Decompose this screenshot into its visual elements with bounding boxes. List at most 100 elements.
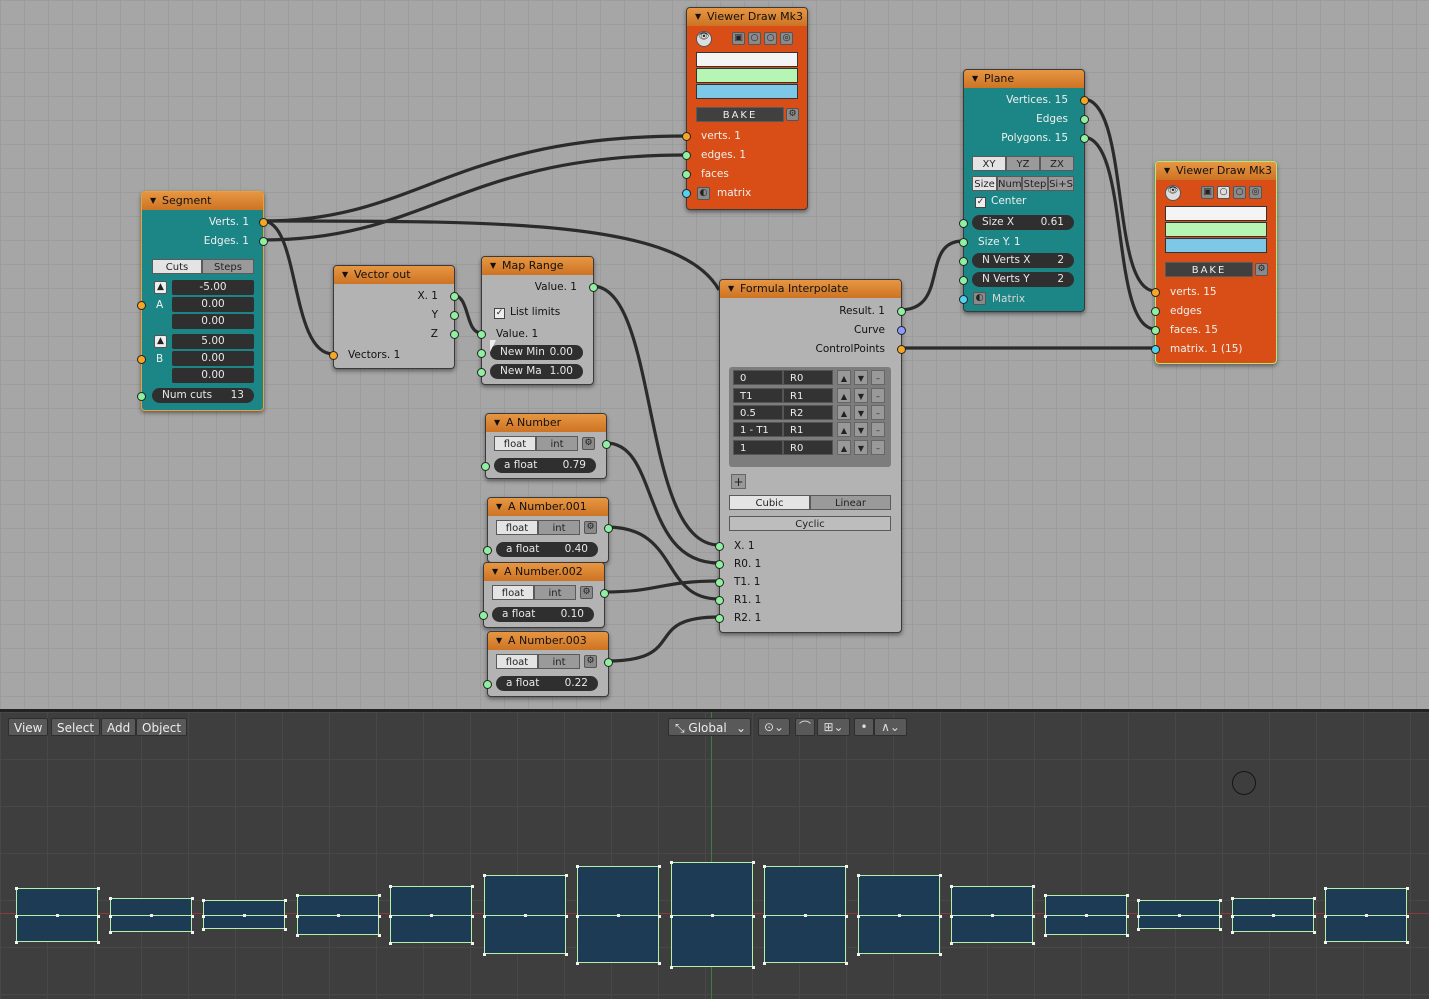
cuts-mode-button[interactable]: Cuts xyxy=(152,259,202,274)
face-color-bar[interactable] xyxy=(1165,238,1267,253)
mesh-vertex[interactable] xyxy=(1044,915,1047,918)
center-checkbox[interactable]: ✓ xyxy=(975,197,986,208)
list-limits-checkbox[interactable]: ✓ xyxy=(494,308,505,319)
eye-icon[interactable]: 👁 xyxy=(696,31,712,47)
mesh-vertex[interactable] xyxy=(1032,885,1035,888)
mesh-vertex[interactable] xyxy=(15,915,18,918)
mesh-vertex[interactable] xyxy=(1406,887,1409,890)
face-color-bar[interactable] xyxy=(696,84,798,99)
input-socket[interactable] xyxy=(479,611,488,620)
pivot-point-icon[interactable]: ⊙⌄ xyxy=(758,718,790,736)
move-down-icon[interactable]: ▼ xyxy=(854,440,868,455)
collapse-icon[interactable]: ▼ xyxy=(496,498,502,516)
mesh-vertex[interactable] xyxy=(1044,894,1047,897)
mesh-vertex[interactable] xyxy=(1032,914,1035,918)
mesh-vertex[interactable] xyxy=(1231,915,1234,918)
mesh-vertex[interactable] xyxy=(296,915,299,918)
output-result-socket[interactable] xyxy=(897,307,906,316)
mesh-vertex[interactable] xyxy=(576,962,579,965)
new-max-socket[interactable] xyxy=(477,368,486,377)
mesh-vertex[interactable] xyxy=(15,941,18,944)
mesh-face[interactable] xyxy=(1137,899,1222,931)
mode-size-button[interactable]: Size xyxy=(972,176,997,191)
b-x-field[interactable]: 5.00 xyxy=(172,334,254,349)
segment-node[interactable]: ▼ Segment Verts. 1 Edges. 1 Cuts Steps A … xyxy=(137,191,268,411)
mesh-vertex[interactable] xyxy=(752,966,755,969)
output-socket[interactable] xyxy=(604,658,613,667)
mesh-vertex[interactable] xyxy=(284,914,287,918)
mesh-vertex[interactable] xyxy=(378,915,381,918)
mode-step-button[interactable]: Step xyxy=(1022,176,1048,191)
mesh-vertex[interactable] xyxy=(763,914,766,918)
mesh-vertex[interactable] xyxy=(191,897,194,900)
b-y-field[interactable]: 0.00 xyxy=(172,351,254,366)
output-socket[interactable] xyxy=(604,524,613,533)
output-socket[interactable] xyxy=(600,589,609,598)
mesh-vertex[interactable] xyxy=(939,874,942,877)
add-row-button[interactable]: + xyxy=(731,474,746,489)
mesh-vertex[interactable] xyxy=(670,861,673,864)
mesh-vertex[interactable] xyxy=(1126,934,1129,937)
output-edges-socket[interactable] xyxy=(259,237,268,246)
number-node[interactable]: ▼ A Number.002 float int ⚙ a float 0.10 xyxy=(479,562,609,628)
size-x-field[interactable]: Size X 0.61 xyxy=(972,215,1074,230)
input-edges-socket[interactable] xyxy=(1151,307,1160,316)
input-vectors-socket[interactable] xyxy=(329,351,338,360)
mesh-vertex[interactable] xyxy=(483,914,486,918)
settings-icon[interactable]: ⚙ xyxy=(580,586,593,599)
collapse-icon[interactable]: ▼ xyxy=(490,257,496,275)
nverts-y-socket[interactable] xyxy=(959,276,968,285)
mesh-vertex[interactable] xyxy=(845,914,848,918)
move-up-icon[interactable]: ▲ xyxy=(837,422,851,437)
mesh-vertex[interactable] xyxy=(857,874,860,877)
output-x-socket[interactable] xyxy=(450,292,459,301)
move-up-icon[interactable]: ▲ xyxy=(837,405,851,420)
input-b-socket[interactable] xyxy=(137,355,146,364)
num-cuts-socket[interactable] xyxy=(137,392,146,401)
input-t1-socket[interactable] xyxy=(715,578,724,587)
remove-icon[interactable]: – xyxy=(871,405,885,420)
shading-icon[interactable]: ◎ xyxy=(780,32,793,45)
remove-icon[interactable]: – xyxy=(871,388,885,403)
float-mode-button[interactable]: float xyxy=(496,654,538,669)
mesh-vertex[interactable] xyxy=(1324,941,1327,944)
mesh-face[interactable] xyxy=(109,897,194,934)
mesh-vertex[interactable] xyxy=(378,894,381,897)
input-r1-socket[interactable] xyxy=(715,596,724,605)
vertex-color-bar[interactable] xyxy=(696,52,798,67)
move-down-icon[interactable]: ▼ xyxy=(854,370,868,385)
viewer-header[interactable]: ▼ Viewer Draw Mk3 xyxy=(1156,162,1276,180)
mesh-vertex[interactable] xyxy=(202,928,205,931)
mesh-vertex[interactable] xyxy=(1137,899,1140,902)
number-node[interactable]: ▼ A Number.003 float int ⚙ a float 0.22 xyxy=(483,631,613,697)
input-value-socket[interactable] xyxy=(477,330,486,339)
mesh-vertex[interactable] xyxy=(576,865,579,868)
face-mode-icon[interactable]: ○ xyxy=(1233,186,1246,199)
mesh-vertex[interactable] xyxy=(471,942,474,945)
mesh-face[interactable] xyxy=(1231,897,1316,934)
viewer-draw-node[interactable]: ▼ Viewer Draw Mk3 👁 ▣ ○ ○ ◎ BAKE ⚙ verts.… xyxy=(682,7,808,210)
output-value-socket[interactable] xyxy=(589,283,598,292)
edge-color-bar[interactable] xyxy=(696,68,798,83)
output-socket[interactable] xyxy=(602,440,611,449)
select-menu[interactable]: Select xyxy=(51,718,101,736)
mesh-vertex[interactable] xyxy=(483,874,486,877)
edge-color-bar[interactable] xyxy=(1165,222,1267,237)
a-z-field[interactable]: 0.00 xyxy=(172,314,254,329)
nverts-y-field[interactable]: N Verts Y 2 xyxy=(972,272,1074,287)
mesh-vertex[interactable] xyxy=(670,914,673,918)
mesh-face[interactable] xyxy=(202,899,287,931)
number-header[interactable]: ▼ A Number.001 xyxy=(488,498,608,516)
remove-icon[interactable]: – xyxy=(871,370,885,385)
mesh-face[interactable] xyxy=(950,885,1035,945)
mesh-vertex[interactable] xyxy=(1137,914,1140,918)
mesh-vertex[interactable] xyxy=(1231,931,1234,934)
mesh-vertex[interactable] xyxy=(284,899,287,902)
num-cuts-field[interactable]: Num cuts 13 xyxy=(152,388,254,403)
mesh-face[interactable] xyxy=(1044,894,1129,937)
plane-header[interactable]: ▼ Plane xyxy=(964,70,1084,88)
input-r0-socket[interactable] xyxy=(715,560,724,569)
input-r2-socket[interactable] xyxy=(715,614,724,623)
mesh-vertex[interactable] xyxy=(658,914,661,918)
mesh-vertex[interactable] xyxy=(1219,899,1222,902)
